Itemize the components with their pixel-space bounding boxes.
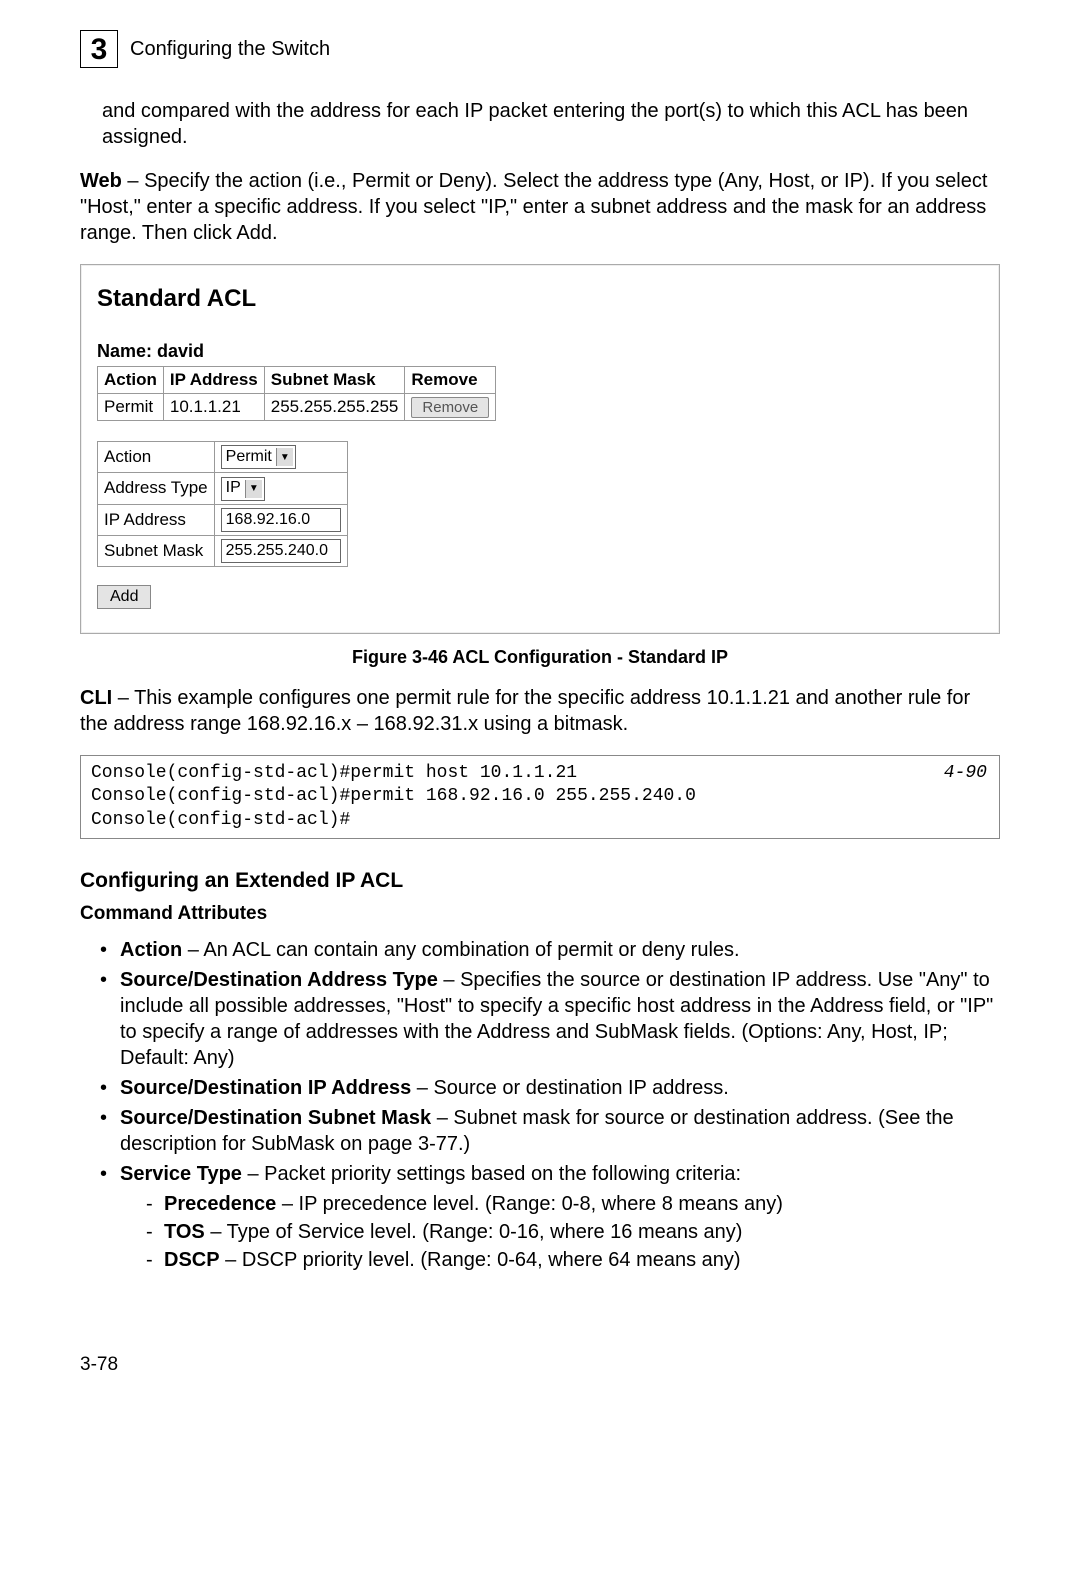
cell-remove: Remove: [405, 393, 496, 420]
attributes-list: Action – An ACL can contain any combinat…: [100, 937, 1000, 1273]
intro-paragraph: and compared with the address for each I…: [102, 98, 1000, 150]
list-item: DSCP – DSCP priority level. (Range: 0-64…: [146, 1247, 1000, 1273]
cell-ip: 10.1.1.21: [163, 393, 264, 420]
addrtype-select[interactable]: IP ▼: [221, 477, 265, 501]
list-item: Source/Destination IP Address – Source o…: [100, 1075, 1000, 1101]
command-attributes-heading: Command Attributes: [80, 902, 1000, 927]
rules-table: Action IP Address Subnet Mask Remove Per…: [97, 366, 496, 421]
addrtype-select-value: IP: [226, 478, 241, 499]
remove-button[interactable]: Remove: [411, 397, 489, 418]
table-header-row: Action IP Address Subnet Mask Remove: [98, 366, 496, 393]
action-select[interactable]: Permit ▼: [221, 445, 296, 469]
extended-acl-heading: Configuring an Extended IP ACL: [80, 867, 1000, 894]
attr-precedence-label: Precedence: [164, 1193, 276, 1215]
col-mask: Subnet Mask: [264, 366, 405, 393]
attr-tos-text: – Type of Service level. (Range: 0-16, w…: [205, 1221, 743, 1243]
chevron-down-icon: ▼: [245, 480, 262, 498]
attr-mask-label: Source/Destination Subnet Mask: [120, 1107, 431, 1129]
cli-line-2: Console(config-std-acl)#permit 168.92.16…: [91, 786, 696, 806]
web-paragraph: Web – Specify the action (i.e., Permit o…: [80, 168, 1000, 246]
list-item: TOS – Type of Service level. (Range: 0-1…: [146, 1219, 1000, 1245]
attr-precedence-text: – IP precedence level. (Range: 0-8, wher…: [276, 1193, 783, 1215]
list-item: Source/Destination Subnet Mask – Subnet …: [100, 1105, 1000, 1157]
chevron-down-icon: ▼: [276, 448, 293, 466]
attr-service-text: – Packet priority settings based on the …: [242, 1163, 741, 1185]
list-item: Service Type – Packet priority settings …: [100, 1161, 1000, 1273]
action-select-value: Permit: [226, 447, 272, 468]
form-table: Action Permit ▼ Address Type IP ▼: [97, 441, 348, 567]
chapter-title: Configuring the Switch: [130, 36, 330, 62]
standard-acl-panel: Standard ACL Name: david Action IP Addre…: [80, 264, 1000, 634]
col-action: Action: [98, 366, 164, 393]
attr-addrtype-label: Source/Destination Address Type: [120, 969, 438, 991]
attr-action-text: – An ACL can contain any combination of …: [182, 939, 739, 961]
form-mask-label: Subnet Mask: [98, 535, 215, 566]
web-text: – Specify the action (i.e., Permit or De…: [80, 170, 987, 244]
attr-dscp-label: DSCP: [164, 1249, 220, 1271]
form-ip-label: IP Address: [98, 504, 215, 535]
cli-line-1: Console(config-std-acl)#permit host 10.1…: [91, 763, 577, 783]
cli-line-3: Console(config-std-acl)#: [91, 810, 350, 830]
figure-caption: Figure 3-46 ACL Configuration - Standard…: [80, 646, 1000, 669]
service-sublist: Precedence – IP precedence level. (Range…: [146, 1191, 1000, 1273]
cli-page-ref: 4-90: [944, 762, 987, 785]
ip-address-input[interactable]: 168.92.16.0: [221, 508, 341, 532]
chapter-number-badge: 3: [80, 30, 118, 68]
attr-ip-label: Source/Destination IP Address: [120, 1077, 411, 1099]
cli-code-block: 4-90 Console(config-std-acl)#permit host …: [80, 755, 1000, 839]
page-header: 3 Configuring the Switch: [80, 30, 1000, 68]
page-number: 3-78: [80, 1353, 1000, 1378]
panel-title: Standard ACL: [97, 283, 983, 314]
attr-dscp-text: – DSCP priority level. (Range: 0-64, whe…: [220, 1249, 741, 1271]
cli-paragraph: CLI – This example configures one permit…: [80, 685, 1000, 737]
attr-action-label: Action: [120, 939, 182, 961]
list-item: Precedence – IP precedence level. (Range…: [146, 1191, 1000, 1217]
web-label: Web: [80, 170, 122, 192]
subnet-mask-input[interactable]: 255.255.240.0: [221, 539, 341, 563]
list-item: Action – An ACL can contain any combinat…: [100, 937, 1000, 963]
attr-ip-text: – Source or destination IP address.: [411, 1077, 729, 1099]
acl-name-line: Name: david: [97, 340, 983, 363]
attr-service-label: Service Type: [120, 1163, 242, 1185]
cli-text: – This example configures one permit rul…: [80, 687, 970, 735]
col-remove: Remove: [405, 366, 496, 393]
table-row: Permit 10.1.1.21 255.255.255.255 Remove: [98, 393, 496, 420]
attr-tos-label: TOS: [164, 1221, 205, 1243]
cli-label: CLI: [80, 687, 112, 709]
form-addrtype-label: Address Type: [98, 473, 215, 504]
form-action-label: Action: [98, 441, 215, 472]
col-ip: IP Address: [163, 366, 264, 393]
list-item: Source/Destination Address Type – Specif…: [100, 967, 1000, 1071]
cell-action: Permit: [98, 393, 164, 420]
add-button[interactable]: Add: [97, 585, 151, 609]
cell-mask: 255.255.255.255: [264, 393, 405, 420]
